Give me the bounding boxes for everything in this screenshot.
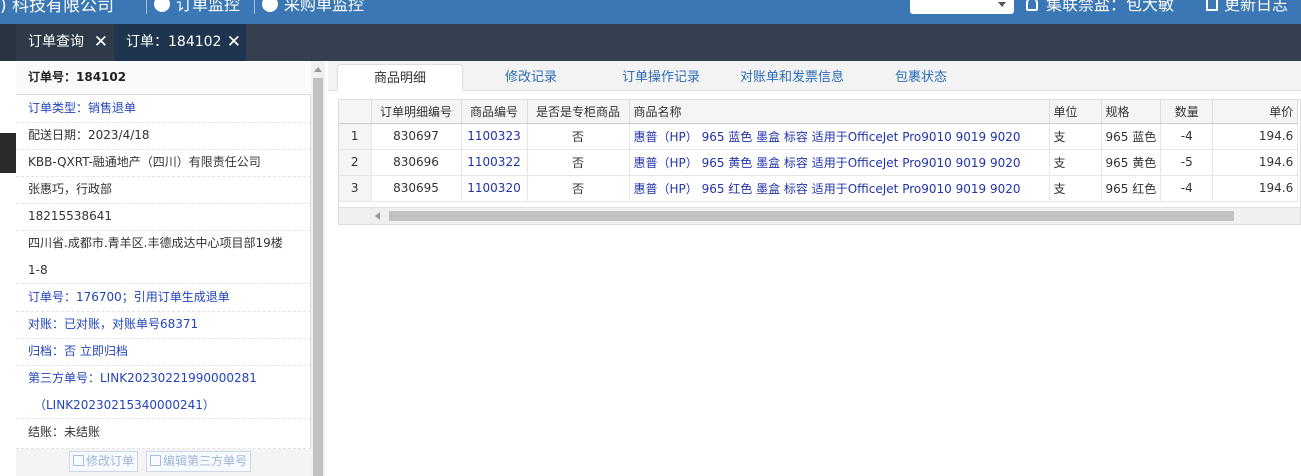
close-icon[interactable]: ✕	[227, 24, 241, 61]
close-icon[interactable]: ✕	[94, 24, 108, 61]
product-name-link[interactable]: 惠普（HP） 965 红色 墨盒 标容 适用于OfficeJet Pro9010…	[629, 175, 1050, 202]
document-icon	[1206, 0, 1218, 11]
tab-product-detail[interactable]: 商品明细	[337, 64, 463, 91]
user-icon	[1026, 0, 1038, 11]
tab-order-detail[interactable]: 订单：184102 ✕	[114, 24, 246, 61]
third-party-order: 第三方单号：LINK20230221990000281 （LINK2023021…	[16, 365, 311, 419]
scroll-up-icon[interactable]	[314, 67, 322, 72]
edit-third-party-button[interactable]: 编辑第三方单号	[146, 451, 252, 472]
delivery-address: 四川省.成都市.青羊区.丰德成达中心项目部19楼 1-8	[16, 230, 311, 284]
theme-select[interactable]	[910, 0, 1014, 14]
company-name: KBB-QXRT-融通地产（四川）有限责任公司	[16, 149, 311, 177]
tab-invoice-info[interactable]: 对账单和发票信息	[731, 64, 853, 91]
contact-person: 张惠巧，行政部	[16, 176, 311, 204]
tab-operation-log[interactable]: 订单操作记录	[614, 64, 708, 91]
row-number-header	[339, 100, 372, 124]
settlement-status: 结账：未结账	[16, 419, 311, 449]
update-log-link[interactable]: 更新日志	[1206, 0, 1288, 15]
ship-date: 配送日期：2023/4/18	[16, 122, 311, 150]
col-name[interactable]: 商品名称	[629, 100, 1050, 124]
detail-tab-strip: 商品明细 修改记录 订单操作记录 对账单和发票信息 包裹状态	[328, 61, 1301, 91]
reference-order[interactable]: 订单号：176700；引用订单生成退单	[16, 284, 311, 312]
order-info-panel: 订单号：184102 订单类型：销售退单 配送日期：2023/4/18 KBB-…	[16, 61, 311, 476]
tab-package-status[interactable]: 包裹状态	[883, 64, 959, 91]
scroll-thumb[interactable]	[389, 211, 1234, 221]
order-number-title: 订单号：184102	[16, 61, 311, 95]
left-edge	[0, 61, 16, 476]
edit-icon	[150, 455, 161, 466]
product-link[interactable]: 1100322	[461, 149, 528, 176]
product-link[interactable]: 1100323	[461, 123, 528, 150]
chevron-down-icon	[998, 2, 1006, 7]
table-row[interactable]: 2 830696 1100322 否 惠普（HP） 965 黄色 墨盒 标容 适…	[339, 149, 1299, 176]
panel-actions: 修改订单 编辑第三方单号	[16, 449, 311, 476]
tab-change-log[interactable]: 修改记录	[488, 64, 574, 91]
col-qty[interactable]: 数量	[1160, 100, 1214, 124]
product-name-link[interactable]: 惠普（HP） 965 蓝色 墨盒 标容 适用于OfficeJet Pro9010…	[629, 123, 1050, 150]
edit-icon	[73, 455, 84, 466]
detail-content: 商品明细 修改记录 订单操作记录 对账单和发票信息 包裹状态 订单明细编号 商品…	[328, 61, 1301, 476]
col-unit[interactable]: 单位	[1049, 100, 1102, 124]
left-edge-highlight	[0, 133, 16, 173]
nav-purchase-monitor[interactable]: 采购单监控	[262, 0, 364, 15]
tab-order-query[interactable]: 订单查询 ✕	[16, 24, 113, 61]
col-special[interactable]: 是否是专柜商品	[527, 100, 630, 124]
table-header-row: 订单明细编号 商品编号 是否是专柜商品 商品名称 单位 规格 数量 单价	[339, 100, 1299, 124]
edit-order-button[interactable]: 修改订单	[69, 451, 139, 472]
col-spec[interactable]: 规格	[1101, 100, 1162, 124]
clock-icon	[154, 0, 170, 12]
product-table: 订单明细编号 商品编号 是否是专柜商品 商品名称 单位 规格 数量 单价 1 8…	[339, 100, 1299, 202]
product-name-link[interactable]: 惠普（HP） 965 黄色 墨盒 标容 适用于OfficeJet Pro9010…	[629, 149, 1050, 176]
col-product-no[interactable]: 商品编号	[461, 100, 528, 124]
product-link[interactable]: 1100320	[461, 175, 528, 202]
reconcile-status[interactable]: 对账：已对账，对账单号68371	[16, 311, 311, 339]
tab-bar-edge	[0, 24, 16, 61]
left-panel-scrollbar[interactable]	[311, 61, 325, 476]
user-menu[interactable]: 集联禁盐：包大敏	[1026, 0, 1174, 15]
product-grid: 订单明细编号 商品编号 是否是专柜商品 商品名称 单位 规格 数量 单价 1 8…	[338, 99, 1301, 225]
grid-horizontal-scrollbar[interactable]	[339, 207, 1300, 224]
top-header: ) 科技有限公司 订单监控 采购单监控 集联禁盐：包大敏 更新日志	[0, 0, 1301, 24]
clock-icon	[262, 0, 278, 12]
nav-order-monitor[interactable]: 订单监控	[154, 0, 240, 15]
header-divider	[254, 0, 255, 14]
order-type: 订单类型：销售退单	[16, 95, 311, 123]
archive-status[interactable]: 归档：否 立即归档	[16, 338, 311, 366]
phone-number: 18215538641	[16, 203, 311, 231]
scroll-thumb[interactable]	[313, 78, 323, 476]
scroll-left-icon[interactable]	[375, 212, 380, 220]
header-divider	[146, 0, 147, 14]
table-row[interactable]: 3 830695 1100320 否 惠普（HP） 965 红色 墨盒 标容 适…	[339, 175, 1299, 202]
table-row[interactable]: 1 830697 1100323 否 惠普（HP） 965 蓝色 墨盒 标容 适…	[339, 123, 1299, 150]
company-brand: ) 科技有限公司	[0, 0, 115, 16]
tab-bar: 订单查询 ✕ 订单：184102 ✕	[0, 24, 1301, 61]
col-detail-no[interactable]: 订单明细编号	[371, 100, 462, 124]
col-price[interactable]: 单价	[1212, 100, 1299, 124]
